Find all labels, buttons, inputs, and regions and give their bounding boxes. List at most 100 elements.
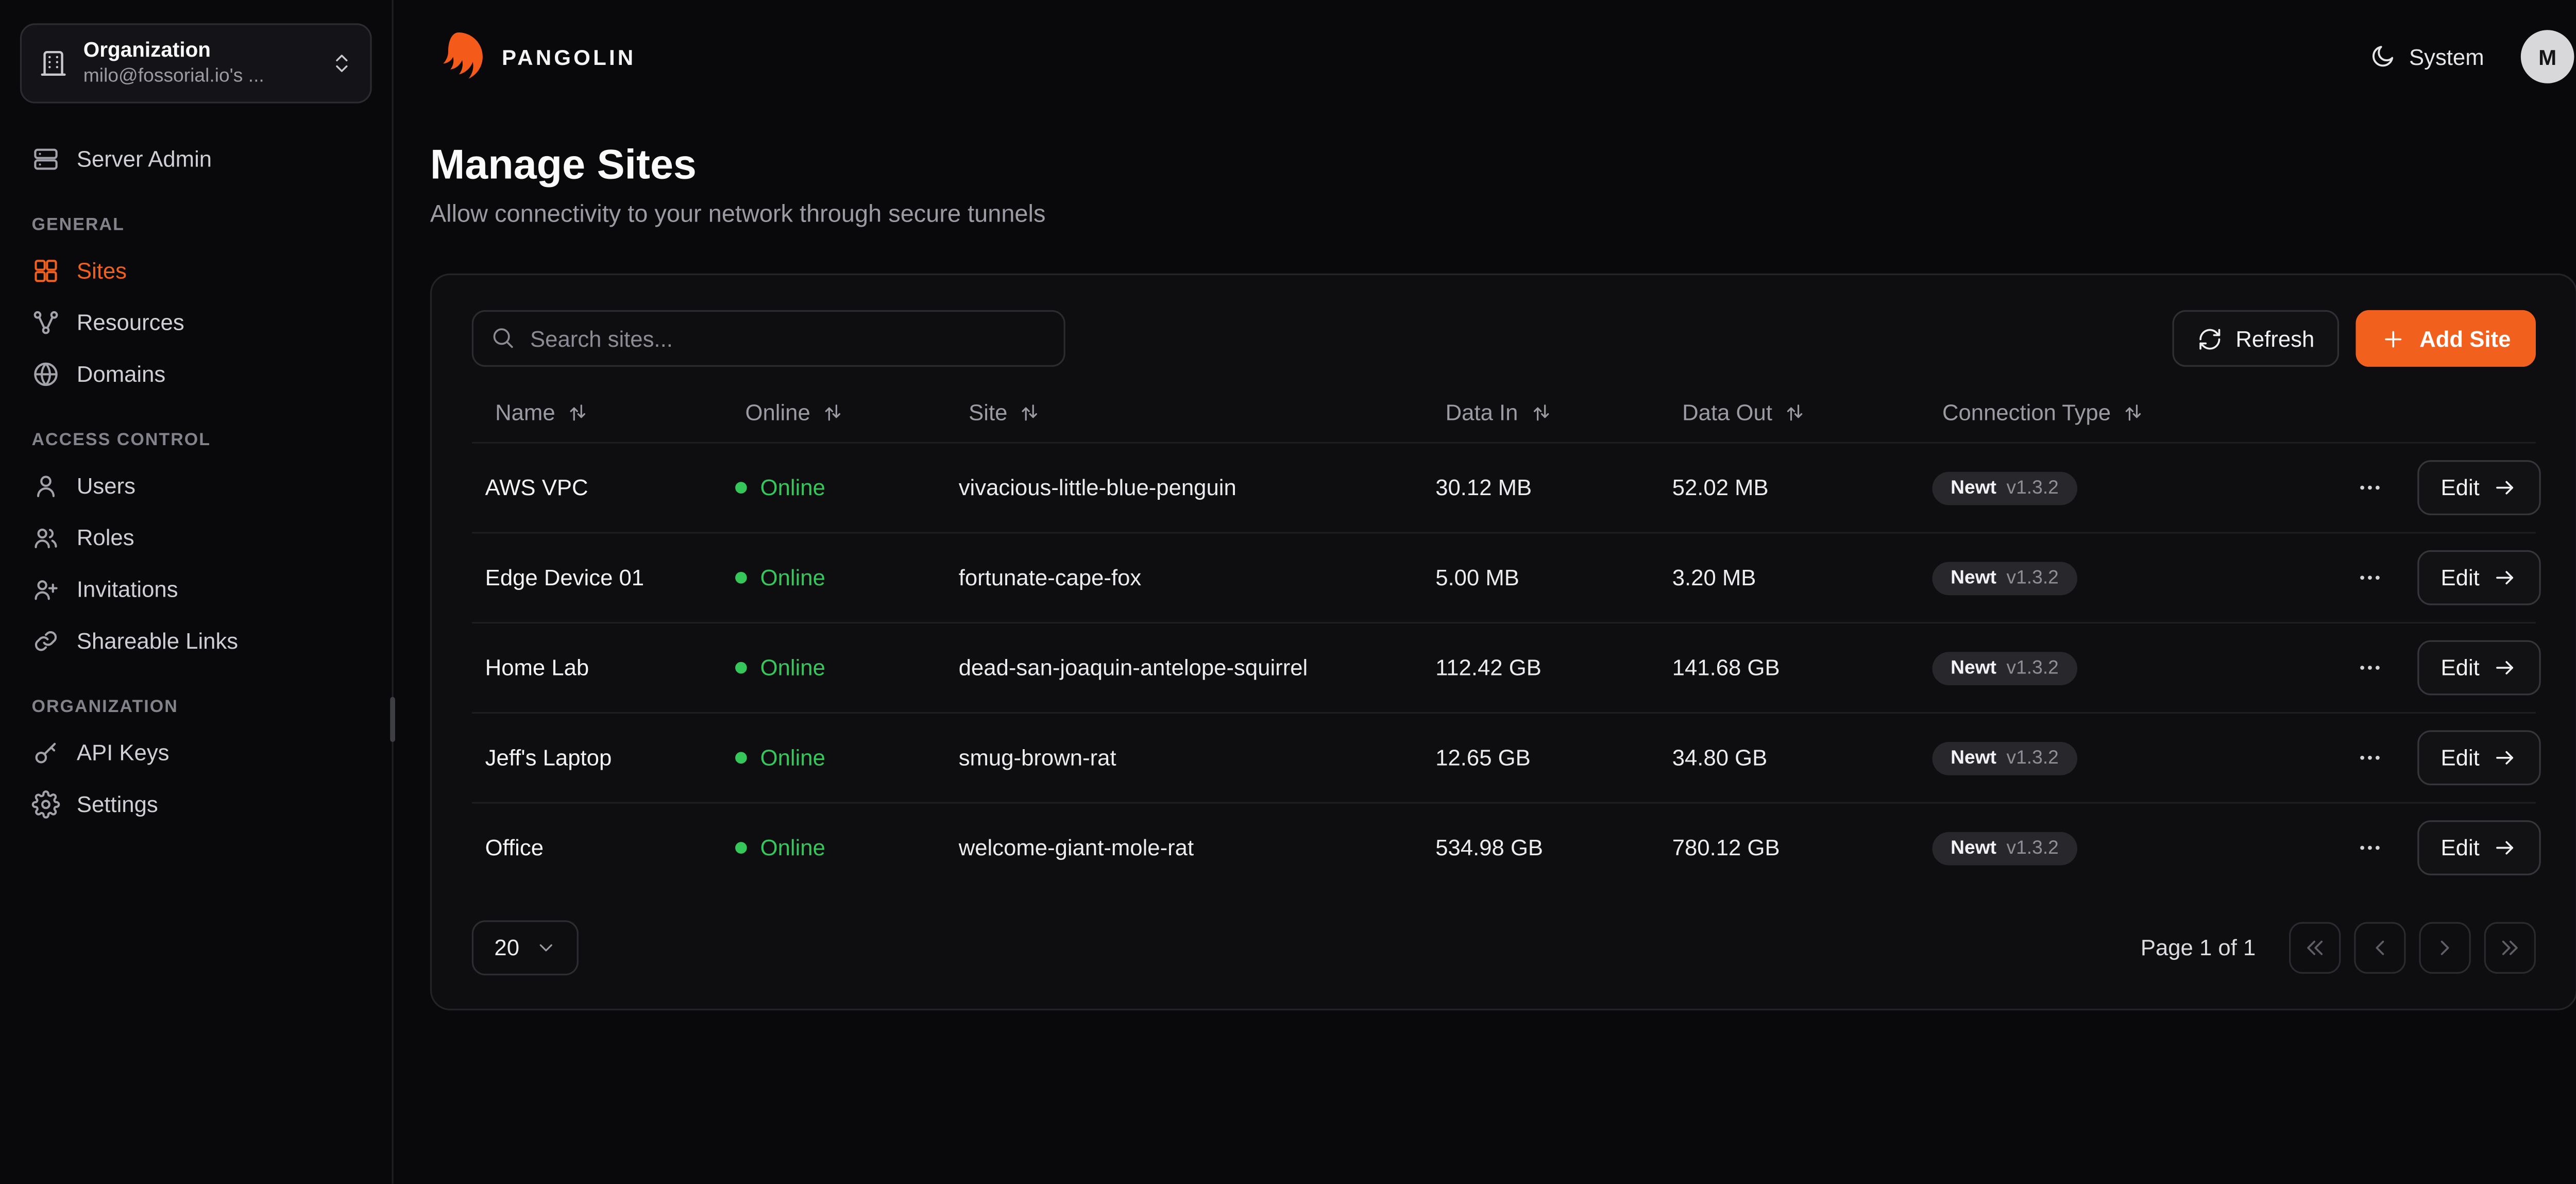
arrow-right-icon [2493,565,2518,590]
user-icon [31,472,60,500]
row-menu-button[interactable] [2349,827,2391,869]
chevron-down-icon [534,937,556,959]
user-avatar[interactable]: M [2521,30,2574,83]
site-data-out: 780.12 GB [1659,835,1919,860]
sidebar-item-label: Server Admin [77,147,212,172]
sidebar-item-settings[interactable]: Settings [20,779,372,830]
sidebar-item-label: Users [77,473,135,499]
column-header-online[interactable]: Online [722,394,945,442]
arrow-right-icon [2493,475,2518,500]
top-bar-right: System M [2369,30,2574,83]
org-switcher-texts: Organization milo@fossorial.io's ... [83,38,315,88]
connection-type-badge: Newt v1.3.2 [1933,561,2077,595]
row-menu-button[interactable] [2349,647,2391,689]
column-header-data-in[interactable]: Data In [1422,394,1659,442]
site-data-out: 141.68 GB [1659,655,1919,681]
sidebar-item-domains[interactable]: Domains [20,348,372,400]
waypoints-icon [31,309,60,337]
online-dot-icon [735,662,747,674]
link-icon [31,627,60,655]
previous-page-button[interactable] [2354,922,2405,974]
sidebar-item-label: Sites [77,259,127,284]
sidebar-item-server-admin[interactable]: Server Admin [20,133,372,185]
column-header-data-out[interactable]: Data Out [1659,394,1919,442]
theme-toggle[interactable]: System [2369,43,2484,70]
page-title: Manage Sites [430,142,2576,190]
row-menu-button[interactable] [2349,557,2391,599]
site-data-in: 12.65 GB [1422,745,1659,770]
chevrons-right-icon [2498,935,2523,960]
sidebar-scrollbar-thumb[interactable] [390,697,395,742]
row-actions: Edit [2336,550,2558,605]
pager-buttons [2289,922,2536,974]
key-icon [31,739,60,767]
page-content: Manage Sites Allow connectivity to your … [394,108,2576,1010]
search-input[interactable] [472,310,1065,367]
edit-button[interactable]: Edit [2417,460,2541,515]
users-icon [31,523,60,552]
next-page-button[interactable] [2419,922,2470,974]
site-data-out: 52.02 MB [1659,475,1919,500]
row-menu-button[interactable] [2349,737,2391,779]
edit-button[interactable]: Edit [2417,640,2541,696]
row-actions: Edit [2336,460,2558,515]
sites-panel: Refresh Add Site Name Online [430,274,2576,1010]
site-connection-type: Newt v1.3.2 [1919,471,2336,504]
sidebar-item-resources[interactable]: Resources [20,297,372,348]
chevrons-up-down-icon [330,52,353,75]
sidebar-item-shareable-links[interactable]: Shareable Links [20,615,372,667]
connection-type-name: Newt [1951,748,1996,768]
refresh-label: Refresh [2235,326,2314,351]
edit-button[interactable]: Edit [2417,730,2541,785]
connection-type-name: Newt [1951,568,1996,588]
column-label: Connection Type [1942,400,2111,426]
refresh-button[interactable]: Refresh [2172,310,2340,367]
site-status: Online [722,475,945,500]
last-page-button[interactable] [2484,922,2536,974]
arrow-right-icon [2493,655,2518,681]
site-connection-type: Newt v1.3.2 [1919,831,2336,865]
online-label: Online [760,565,825,590]
connection-type-badge: Newt v1.3.2 [1933,471,2077,504]
site-data-out: 3.20 MB [1659,565,1919,590]
table-row: Jeff's Laptop Online smug-brown-rat 12.6… [472,712,2536,802]
column-header-site[interactable]: Site [945,394,1422,442]
site-name: Edge Device 01 [472,565,722,590]
sidebar-section-access-control: Access Control [20,430,372,450]
online-label: Online [760,475,825,500]
add-site-button[interactable]: Add Site [2356,310,2536,367]
connection-type-badge: Newt v1.3.2 [1933,651,2077,685]
site-connection-type: Newt v1.3.2 [1919,651,2336,685]
site-name: Home Lab [472,655,722,681]
globe-icon [31,360,60,388]
brand-name: PANGOLIN [502,44,636,70]
row-menu-button[interactable] [2349,467,2391,509]
column-header-actions [2336,406,2536,429]
org-switcher[interactable]: Organization milo@fossorial.io's ... [20,23,372,103]
table-footer: 20 Page 1 of 1 [472,920,2536,975]
chevron-right-icon [2432,935,2458,960]
sidebar-item-label: Invitations [77,577,178,602]
site-slug: welcome-giant-mole-rat [945,835,1422,860]
sidebar-item-api-keys[interactable]: API Keys [20,727,372,779]
page-subtitle: Allow connectivity to your network throu… [430,202,2576,229]
edit-button[interactable]: Edit [2417,820,2541,875]
column-header-name[interactable]: Name [472,394,722,442]
sites-table-header: Name Online Site Data In [472,394,2536,442]
page-size-select[interactable]: 20 [472,920,579,975]
column-header-connection-type[interactable]: Connection Type [1919,394,2336,442]
add-site-label: Add Site [2419,326,2511,351]
edit-button[interactable]: Edit [2417,550,2541,605]
ellipsis-icon [2355,564,2384,592]
column-label: Site [969,400,1007,426]
sidebar-item-sites[interactable]: Sites [20,245,372,297]
sidebar-item-invitations[interactable]: Invitations [20,564,372,615]
site-data-in: 534.98 GB [1422,835,1659,860]
first-page-button[interactable] [2289,922,2341,974]
arrow-right-icon [2493,835,2518,860]
table-row: AWS VPC Online vivacious-little-blue-pen… [472,442,2536,532]
sidebar-item-roles[interactable]: Roles [20,512,372,563]
sidebar-item-users[interactable]: Users [20,460,372,512]
site-connection-type: Newt v1.3.2 [1919,561,2336,595]
building-icon [38,48,68,78]
